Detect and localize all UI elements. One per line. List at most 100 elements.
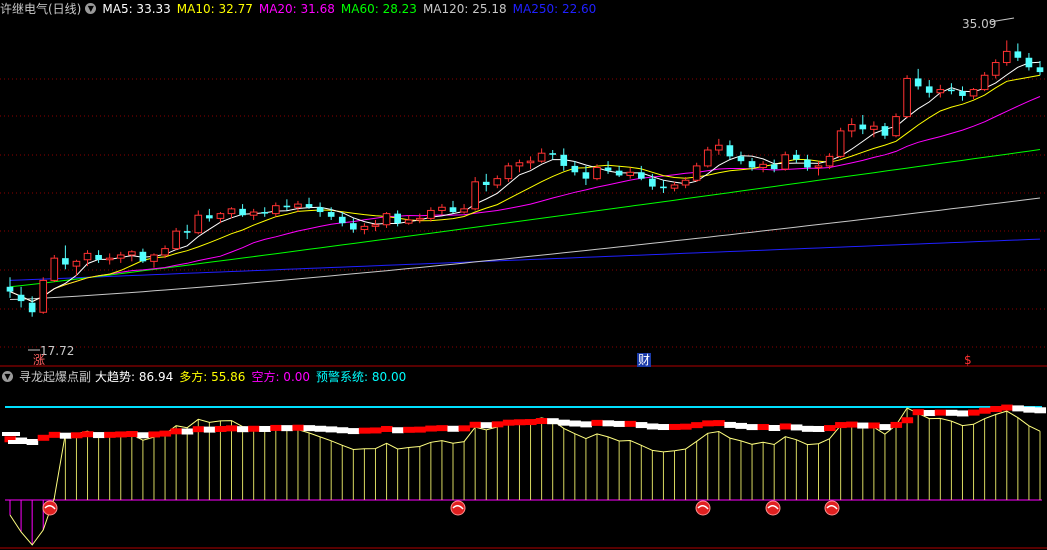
candle-up <box>526 160 535 164</box>
candle-up <box>626 171 635 176</box>
trend-band-segment <box>303 425 316 432</box>
chevron-down-icon[interactable]: ▼ <box>2 371 13 382</box>
candle-up <box>515 162 524 167</box>
candle-down <box>394 213 401 224</box>
trend-band-segment <box>192 426 205 433</box>
trend-band-segment <box>248 425 260 432</box>
trend-band-segment <box>868 422 880 429</box>
trend-band-segment <box>281 425 293 432</box>
trend-band-segment <box>779 423 792 430</box>
candle-up <box>128 251 136 256</box>
trend-band-segment <box>691 422 703 429</box>
low-price-label: 17.72 <box>40 344 75 358</box>
trend-band-segment <box>680 423 692 430</box>
candle-up <box>50 257 59 281</box>
candle-up <box>1002 50 1011 64</box>
trend-band-segment <box>170 428 183 435</box>
candle-up <box>847 124 856 132</box>
trend-band-segment <box>580 421 592 428</box>
candle-down <box>615 170 623 176</box>
candle-down <box>28 302 36 313</box>
trend-band-segment <box>812 425 825 432</box>
trend-band-segment <box>646 423 659 430</box>
candle-up <box>493 178 502 186</box>
chevron-down-icon[interactable]: ▼ <box>85 3 97 14</box>
candle-down <box>95 254 102 260</box>
candle-up <box>360 225 369 231</box>
candle-down <box>793 154 800 160</box>
candle-up <box>870 125 878 130</box>
candle-down <box>770 164 778 170</box>
trend-band-segment <box>768 425 781 431</box>
trend-band-segment <box>480 422 493 429</box>
sub-chart-title: 寻龙起爆点副 <box>19 370 92 384</box>
trend-band-segment <box>801 425 814 432</box>
trend-band-segment <box>901 417 914 424</box>
trend-band-segment <box>713 420 725 427</box>
trend-band-segment <box>48 431 61 438</box>
ma120-label: MA120: 25.18 <box>422 2 507 16</box>
trend-band-segment <box>945 409 958 416</box>
candle-up <box>39 279 48 313</box>
candle-up <box>216 213 225 219</box>
trend-band-segment <box>591 419 604 426</box>
ma10-label: MA10: 32.77 <box>176 2 253 16</box>
trend-band-segment <box>890 421 903 428</box>
warning-label: 预警系统: 80.00 <box>316 370 407 384</box>
trend-band-segment <box>979 407 991 414</box>
trend-band-start <box>2 432 20 436</box>
candle-down <box>549 153 557 155</box>
trend-band-segment <box>956 410 969 417</box>
trend-band-segment <box>37 434 50 441</box>
ma5-label: MA5: 33.33 <box>102 2 171 16</box>
candle-down <box>1025 57 1033 68</box>
ma20-label: MA20: 31.68 <box>258 2 335 16</box>
marker-rise[interactable]: 涨 <box>33 353 45 367</box>
candle-up <box>72 260 81 267</box>
candle-up <box>294 203 302 208</box>
trend-band-segment <box>314 425 327 432</box>
ma60-label: MA60: 28.23 <box>340 2 417 16</box>
trend-band-segment <box>381 425 393 432</box>
trend-band-segment <box>857 422 869 429</box>
candle-down <box>737 156 745 162</box>
candle-down <box>139 251 147 262</box>
candle-up <box>249 211 258 216</box>
trend-band-segment <box>181 428 194 435</box>
marker-dividend[interactable]: $ <box>964 353 972 367</box>
candle-down <box>1014 51 1022 58</box>
trend-band-segment <box>1034 407 1047 414</box>
trend-band-segment <box>392 427 404 434</box>
stock-chart-canvas <box>0 17 1047 549</box>
candle-down <box>859 124 867 130</box>
candle-down <box>571 165 579 173</box>
trend-band-segment <box>270 424 282 431</box>
candle-down <box>482 181 490 185</box>
candle-up <box>227 208 236 215</box>
trend-band-segment <box>347 428 360 435</box>
marker-finance[interactable]: 财 <box>637 353 652 367</box>
candle-down <box>327 212 335 217</box>
trend-band-segment <box>104 431 116 438</box>
trend-band-segment <box>203 426 216 433</box>
trend-band-segment <box>735 422 748 429</box>
trend-band-segment <box>934 409 947 416</box>
candle-down <box>316 207 324 213</box>
trend-band-segment <box>214 425 227 432</box>
candle-up <box>936 89 945 94</box>
candle-down <box>959 91 966 96</box>
trend-band-segment <box>912 409 925 416</box>
trend-band-segment <box>757 424 770 431</box>
trend-band-segment <box>525 419 537 426</box>
sub-chart-header: ▼ 寻龙起爆点副 大趋势: 86.94 多方: 55.86 空方: 0.00 预警系统: … <box>0 368 412 386</box>
candle-up <box>814 165 823 169</box>
trend-band-segment <box>879 424 891 431</box>
trend-band-segment <box>70 432 83 439</box>
trend-label: 大趋势: 86.94 <box>95 370 174 384</box>
candle-up <box>892 116 900 137</box>
trend-band-segment <box>824 425 836 432</box>
trend-band-segment <box>613 420 626 427</box>
bear-label: 空方: 0.00 <box>251 370 311 384</box>
candle-up <box>714 144 723 151</box>
candle-up <box>105 257 114 261</box>
